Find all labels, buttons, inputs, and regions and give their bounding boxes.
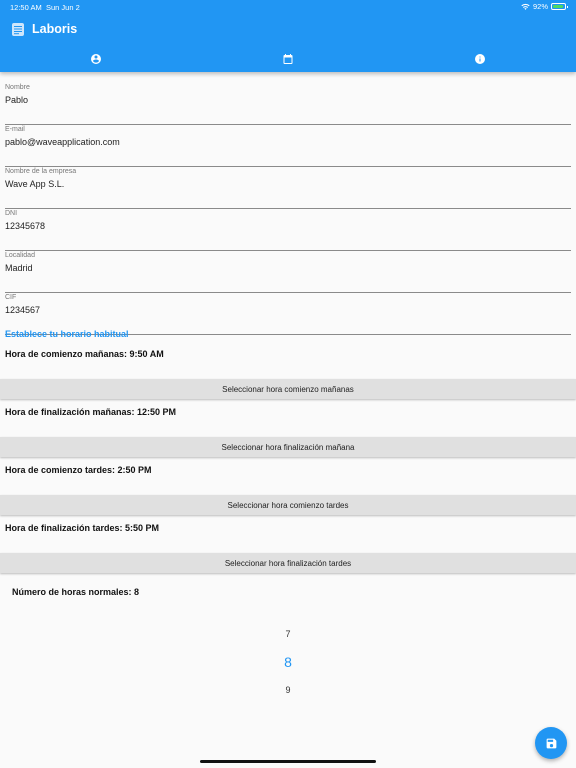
locality-value: Madrid bbox=[5, 263, 33, 273]
app-bar: 12:50 AM Sun Jun 2 92% Laboris bbox=[0, 0, 576, 72]
email-field[interactable]: E-mail pablo@waveapplication.com bbox=[5, 126, 571, 167]
battery-icon bbox=[551, 3, 568, 10]
locality-field[interactable]: Localidad Madrid bbox=[5, 252, 571, 293]
normal-hours-label: Número de horas normales: 8 bbox=[12, 587, 140, 597]
tab-bar bbox=[0, 48, 576, 70]
select-morning-start-button[interactable]: Seleccionar hora comienzo mañanas bbox=[0, 379, 576, 399]
afternoon-start-label: Hora de comienzo tardes: 2:50 PM bbox=[5, 465, 152, 475]
status-right: 92% bbox=[521, 2, 568, 11]
wifi-icon bbox=[521, 3, 530, 10]
app-title: Laboris bbox=[32, 22, 78, 36]
hours-picker-selected[interactable]: 8 bbox=[0, 654, 576, 670]
hours-picker-item[interactable]: 7 bbox=[0, 629, 576, 639]
battery-level bbox=[553, 5, 564, 8]
save-icon bbox=[546, 738, 556, 748]
dni-label: DNI bbox=[5, 210, 18, 217]
status-date: Sun Jun 2 bbox=[46, 3, 80, 12]
notes-icon bbox=[12, 23, 24, 36]
schedule-title: Establece tu horario habitual bbox=[5, 329, 129, 339]
name-field[interactable]: Nombre Pablo bbox=[5, 84, 571, 125]
info-icon bbox=[475, 54, 485, 64]
cif-label: CIF bbox=[5, 294, 17, 301]
name-label: Nombre bbox=[5, 84, 30, 91]
dni-field[interactable]: DNI 12345678 bbox=[5, 210, 571, 251]
tab-calendar[interactable] bbox=[192, 48, 384, 70]
hours-picker-item[interactable]: 9 bbox=[0, 685, 576, 695]
morning-start-label: Hora de comienzo mañanas: 9:50 AM bbox=[5, 349, 164, 359]
company-field[interactable]: Nombre de la empresa Wave App S.L. bbox=[5, 168, 571, 209]
calendar-icon bbox=[283, 54, 293, 64]
company-label: Nombre de la empresa bbox=[5, 168, 77, 175]
status-bar: 12:50 AM Sun Jun 2 92% bbox=[0, 0, 576, 14]
title-bar: Laboris bbox=[0, 18, 576, 42]
dni-value: 12345678 bbox=[5, 221, 46, 231]
email-value: pablo@waveapplication.com bbox=[5, 137, 120, 147]
save-button[interactable] bbox=[535, 727, 567, 759]
company-value: Wave App S.L. bbox=[5, 179, 65, 189]
tab-info[interactable] bbox=[384, 48, 576, 70]
afternoon-end-label: Hora de finalización tardes: 5:50 PM bbox=[5, 523, 160, 533]
email-label: E-mail bbox=[5, 126, 25, 133]
tab-profile[interactable] bbox=[0, 48, 192, 70]
select-afternoon-end-button[interactable]: Seleccionar hora finalización tardes bbox=[0, 553, 576, 573]
battery-percent: 92% bbox=[532, 2, 548, 11]
name-value: Pablo bbox=[5, 95, 29, 105]
morning-end-label: Hora de finalización mañanas: 12:50 PM bbox=[5, 407, 177, 417]
status-time: 12:50 AM bbox=[10, 3, 42, 12]
home-indicator[interactable] bbox=[200, 760, 376, 763]
account-circle-icon bbox=[91, 54, 101, 64]
locality-label: Localidad bbox=[5, 252, 35, 259]
cif-value: 1234567 bbox=[5, 305, 41, 315]
select-morning-end-button[interactable]: Seleccionar hora finalización mañana bbox=[0, 437, 576, 457]
select-afternoon-start-button[interactable]: Seleccionar hora comienzo tardes bbox=[0, 495, 576, 515]
